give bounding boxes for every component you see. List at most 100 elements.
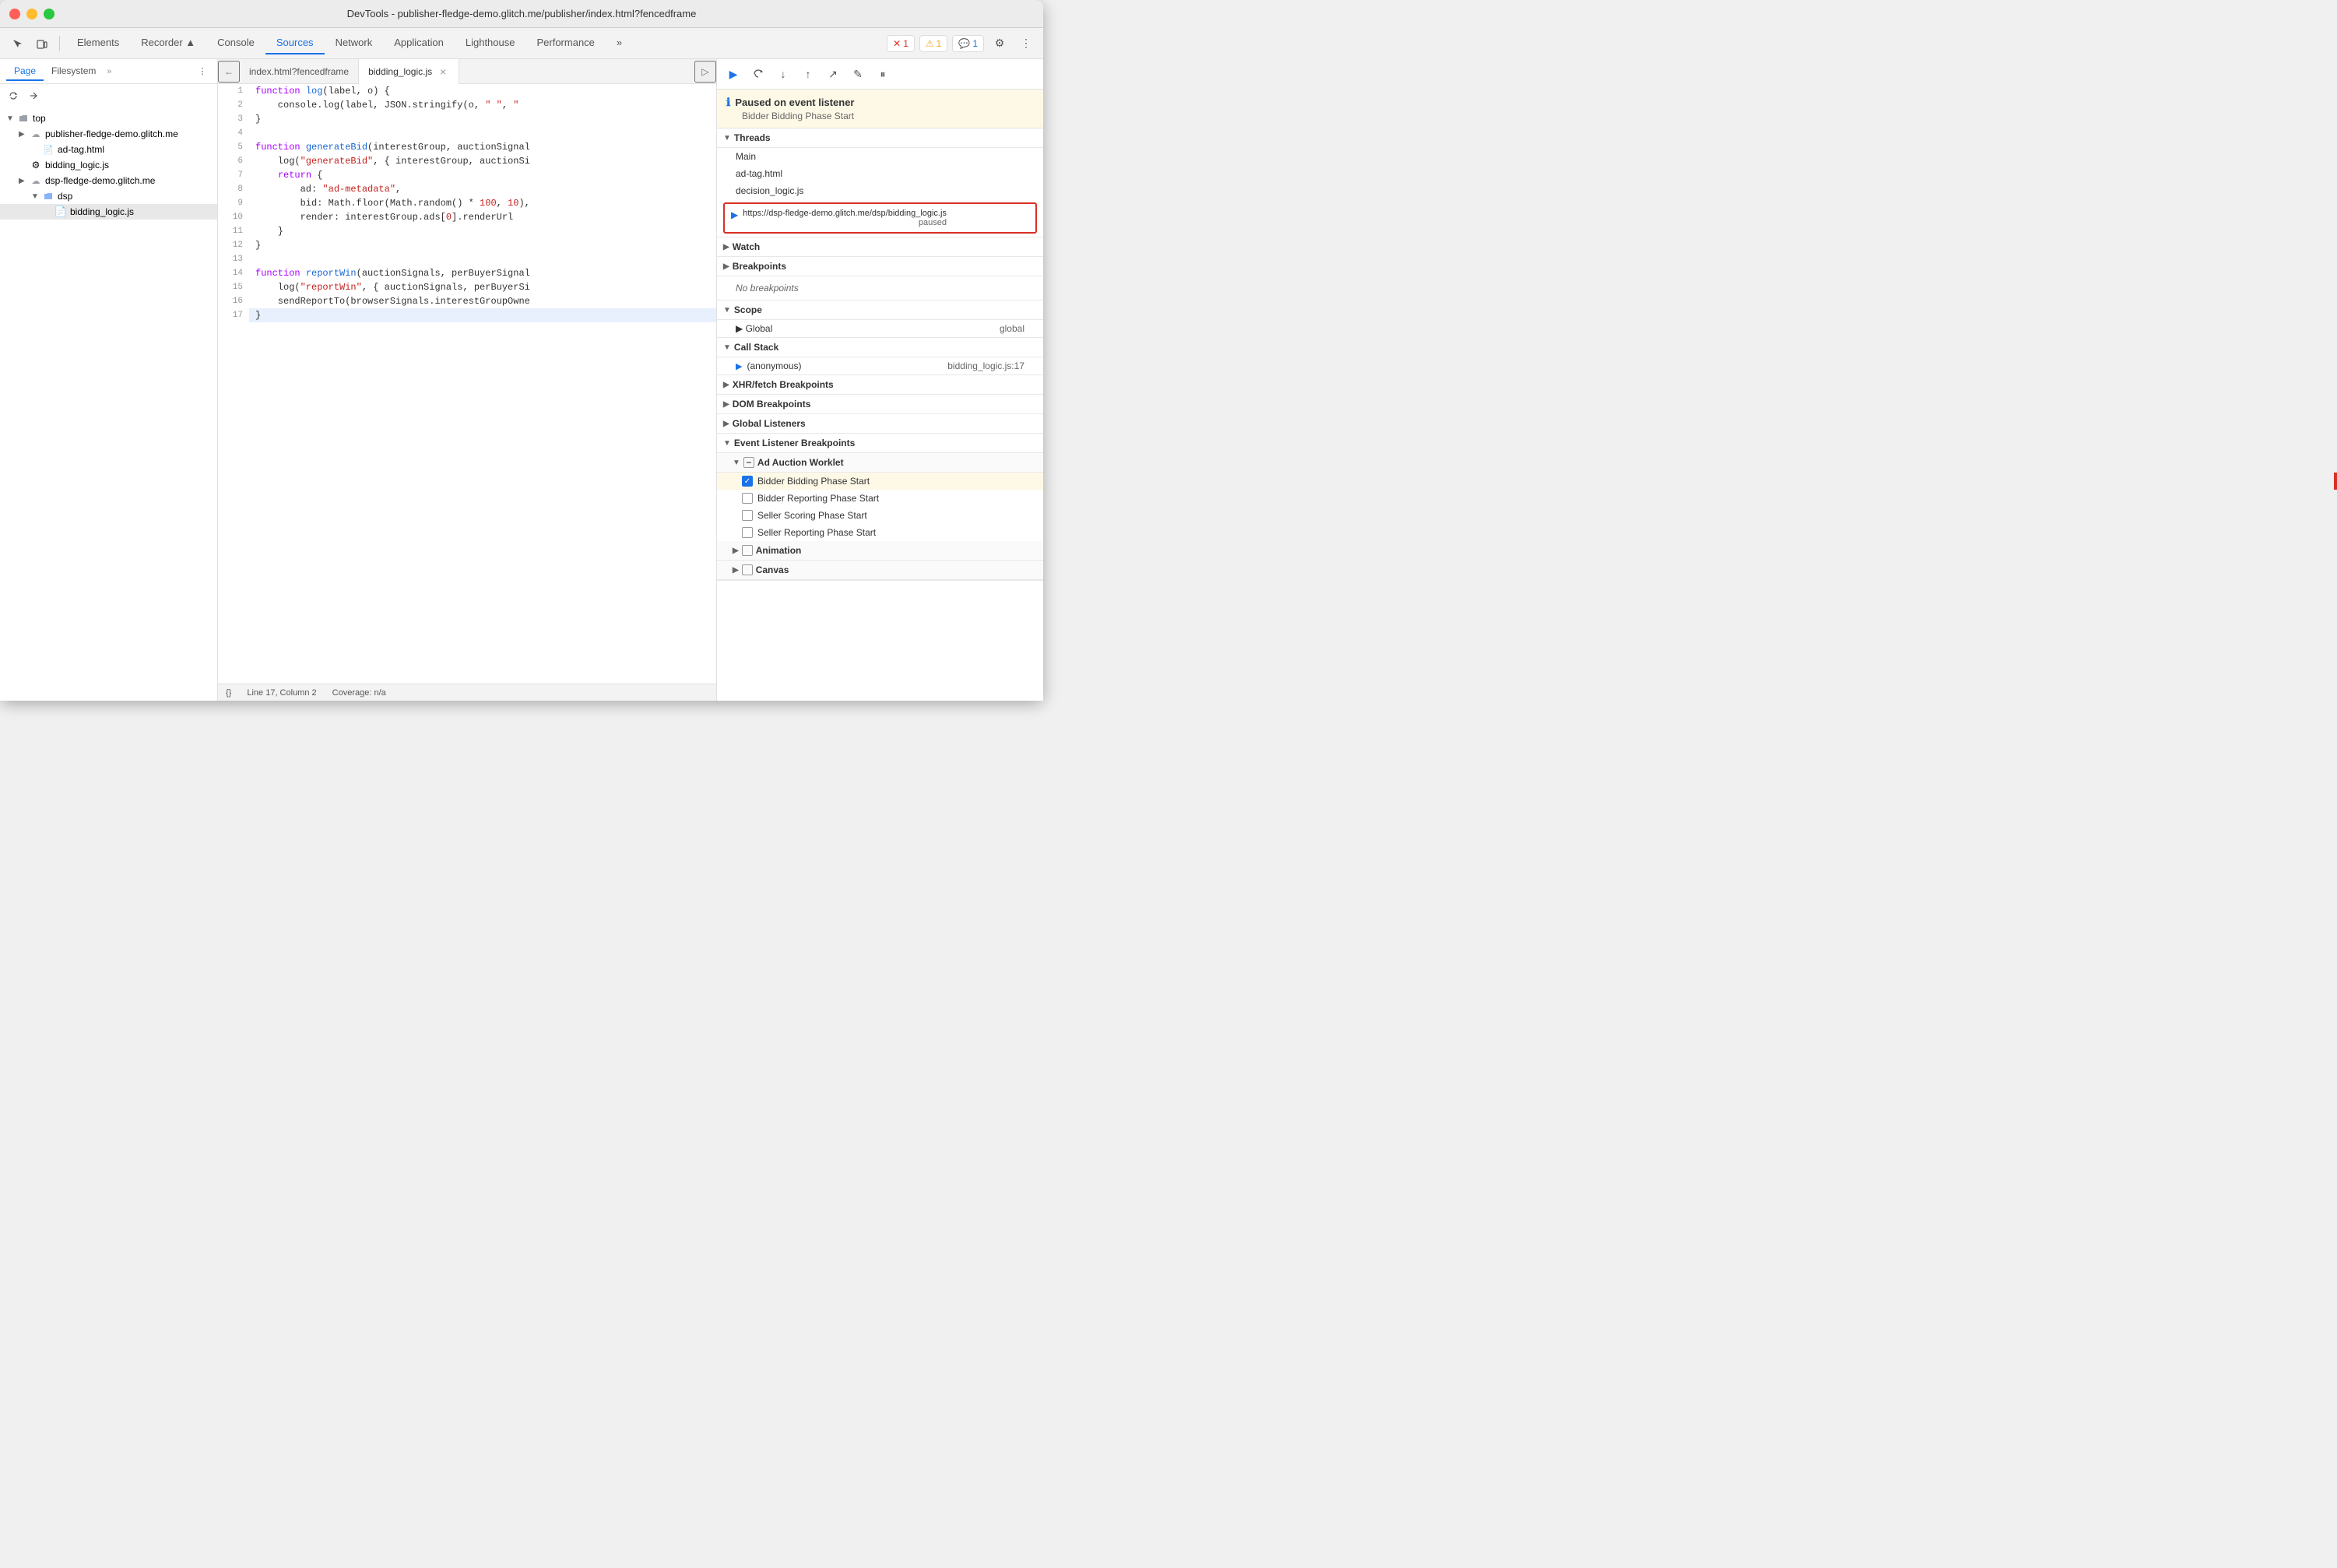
tab-recorder[interactable]: Recorder ▲ — [130, 32, 206, 54]
resume-button[interactable]: ▶ — [723, 64, 743, 84]
debugger-scroll[interactable]: ℹ Paused on event listener Bidder Biddin… — [717, 90, 1043, 701]
thread-adtag[interactable]: ad-tag.html — [717, 165, 1043, 182]
format-button[interactable]: ▷ — [694, 61, 716, 83]
close-button[interactable] — [9, 9, 20, 19]
editor-tab-close[interactable]: × — [437, 65, 449, 78]
tab-network[interactable]: Network — [325, 32, 384, 54]
ad-auction-worklet-header[interactable]: ▼ − Ad Auction Worklet — [717, 453, 1043, 473]
tab-console[interactable]: Console — [206, 32, 265, 54]
breakpoints-empty-text: No breakpoints — [717, 276, 1043, 300]
tree-node-top[interactable]: ▼ top — [0, 111, 217, 126]
line-code: return { — [249, 168, 716, 182]
cursor-tool-button[interactable] — [6, 33, 28, 54]
event-seller-reporting-phase-start[interactable]: Seller Reporting Phase Start — [717, 524, 1043, 541]
event-bidder-bidding-phase-start[interactable]: ✓ Bidder Bidding Phase Start — [717, 473, 1043, 490]
error-badge-button[interactable]: ✕ 1 — [887, 35, 915, 52]
canvas-subgroup-header[interactable]: ▶ Canvas — [717, 561, 1043, 580]
global-listeners-section-header[interactable]: ▶ Global Listeners — [717, 414, 1043, 434]
tree-node-dsp-domain[interactable]: ▶ ☁ dsp-fledge-demo.glitch.me — [0, 173, 217, 188]
info-count: 1 — [972, 38, 978, 49]
format-icon[interactable]: {} — [226, 688, 231, 698]
threads-section-header[interactable]: ▼ Threads — [717, 128, 1043, 148]
bidder-bidding-checkbox[interactable]: ✓ — [742, 476, 753, 487]
warning-badge-button[interactable]: ⚠ 1 — [919, 35, 947, 52]
line-number: 17 — [218, 308, 249, 322]
scope-global-label: ▶ Global — [736, 323, 772, 334]
device-toolbar-button[interactable] — [31, 33, 53, 54]
thread-decision[interactable]: decision_logic.js — [717, 182, 1043, 199]
sync-button[interactable] — [5, 87, 22, 104]
tab-more[interactable]: » — [606, 32, 633, 54]
bidder-reporting-checkbox[interactable] — [742, 493, 753, 504]
file-tree-options-button[interactable]: ⋮ — [194, 63, 211, 80]
code-editor-area[interactable]: 1 function log(label, o) { 2 console.log… — [218, 84, 716, 684]
xhr-breakpoints-section-header[interactable]: ▶ XHR/fetch Breakpoints — [717, 375, 1043, 395]
seller-reporting-checkbox[interactable] — [742, 527, 753, 538]
edit-breakpoints-button[interactable]: ✎ — [848, 64, 868, 84]
settings-button[interactable]: ⚙ — [989, 33, 1010, 54]
code-line-7: 7 return { — [218, 168, 716, 182]
editor-tab-index[interactable]: index.html?fencedframe — [240, 59, 359, 84]
line-code: function generateBid(interestGroup, auct… — [249, 140, 716, 154]
maximize-button[interactable] — [44, 9, 54, 19]
window-controls[interactable] — [9, 9, 54, 19]
tab-sources[interactable]: Sources — [265, 32, 325, 54]
tree-node-bidding-pub[interactable]: ⚙ bidding_logic.js — [0, 157, 217, 173]
line-code: function reportWin(auctionSignals, perBu… — [249, 266, 716, 280]
tree-node-bidding-dsp[interactable]: 📄 bidding_logic.js — [0, 204, 217, 220]
step-button[interactable]: ↗ — [823, 64, 843, 84]
code-line-15: 15 log("reportWin", { auctionSignals, pe… — [218, 280, 716, 294]
scope-global-item[interactable]: ▶ Global global — [717, 320, 1043, 337]
more-options-button[interactable]: ⋮ — [1015, 33, 1037, 54]
tab-page[interactable]: Page — [6, 62, 44, 81]
step-into-button[interactable]: ↓ — [773, 64, 793, 84]
tree-node-adtag[interactable]: 📄 ad-tag.html — [0, 142, 217, 157]
editor-status-bar: {} Line 17, Column 2 Coverage: n/a — [218, 684, 716, 701]
tree-node-publisher[interactable]: ▶ ☁ publisher-fledge-demo.glitch.me — [0, 126, 217, 142]
tab-performance[interactable]: Performance — [525, 32, 605, 54]
event-listeners-arrow-icon: ▼ — [723, 439, 731, 448]
thread-active[interactable]: ▶ https://dsp-fledge-demo.glitch.me/dsp/… — [723, 202, 1037, 234]
info-icon: 💬 — [958, 38, 970, 49]
thread-main[interactable]: Main — [717, 148, 1043, 165]
pause-on-exceptions-button[interactable]: ⏸ — [873, 64, 893, 84]
animation-subgroup-header[interactable]: ▶ Animation — [717, 541, 1043, 561]
event-listener-breakpoints-header[interactable]: ▼ Event Listener Breakpoints — [717, 434, 1043, 453]
line-code: bid: Math.floor(Math.random() * 100, 10)… — [249, 196, 716, 210]
call-stack-anonymous[interactable]: ▶ (anonymous) bidding_logic.js:17 — [717, 357, 1043, 374]
event-bidder-reporting-phase-start[interactable]: Bidder Reporting Phase Start — [717, 490, 1043, 507]
breakpoints-section-header[interactable]: ▶ Breakpoints — [717, 257, 1043, 276]
scope-section-header[interactable]: ▼ Scope — [717, 301, 1043, 320]
tree-label-dsp-domain: dsp-fledge-demo.glitch.me — [45, 175, 155, 186]
seller-scoring-checkbox[interactable] — [742, 510, 753, 521]
line-number: 15 — [218, 280, 249, 294]
go-to-folder-button[interactable] — [25, 87, 42, 104]
file-tree-toolbar — [0, 84, 217, 107]
step-over-button[interactable] — [748, 64, 768, 84]
editor-tab-bidding[interactable]: bidding_logic.js × — [359, 59, 459, 84]
tab-application[interactable]: Application — [383, 32, 455, 54]
tree-node-dsp-folder[interactable]: ▼ dsp — [0, 188, 217, 204]
animation-checkbox[interactable] — [742, 545, 753, 556]
tab-elements[interactable]: Elements — [66, 32, 130, 54]
minimize-button[interactable] — [26, 9, 37, 19]
code-line-5: 5 function generateBid(interestGroup, au… — [218, 140, 716, 154]
canvas-checkbox[interactable] — [742, 564, 753, 575]
paused-title: ℹ Paused on event listener — [726, 96, 1034, 109]
call-stack-section-header[interactable]: ▼ Call Stack — [717, 338, 1043, 357]
tab-filesystem[interactable]: Filesystem — [44, 62, 104, 81]
thread-main-label: Main — [736, 151, 756, 162]
info-badge-button[interactable]: 💬 1 — [952, 35, 984, 52]
xhr-arrow-icon: ▶ — [723, 381, 729, 389]
dom-breakpoints-section-header[interactable]: ▶ DOM Breakpoints — [717, 395, 1043, 414]
line-code: } — [249, 238, 716, 252]
code-line-2: 2 console.log(label, JSON.stringify(o, "… — [218, 98, 716, 112]
main-tabs: Elements Recorder ▲ Console Sources Netw… — [66, 32, 633, 54]
editor-back-button[interactable]: ← — [218, 61, 240, 83]
watch-section-header[interactable]: ▶ Watch — [717, 237, 1043, 257]
event-seller-scoring-phase-start[interactable]: Seller Scoring Phase Start — [717, 507, 1043, 524]
step-out-button[interactable]: ↑ — [798, 64, 818, 84]
code-line-12: 12 } — [218, 238, 716, 252]
tab-lighthouse[interactable]: Lighthouse — [455, 32, 526, 54]
line-number: 1 — [218, 84, 249, 98]
